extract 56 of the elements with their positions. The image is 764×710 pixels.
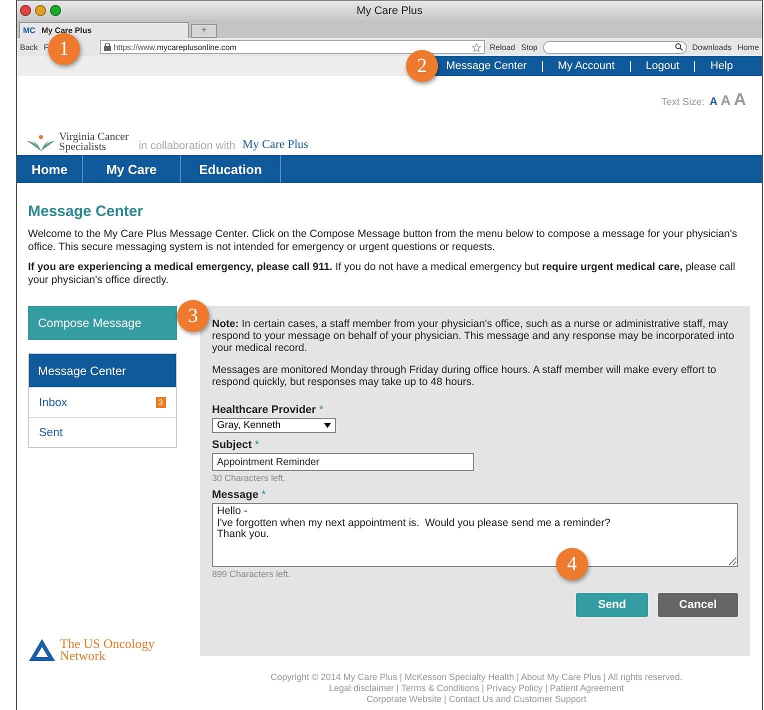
top-nav-link[interactable]: My Account [542, 60, 630, 72]
window-control-icon[interactable] [20, 5, 31, 16]
brand-name: My Care Plus [242, 137, 308, 152]
partner-logo-text: The US Oncology Network [60, 638, 155, 662]
nav-button[interactable]: Back [19, 42, 39, 52]
characters-left-text: 899 Characters left. [212, 569, 292, 579]
browser-tab[interactable]: MC My Care Plus [19, 22, 189, 38]
logo-text: Virginia Cancer Specialists [59, 132, 129, 152]
characters-left-text: 30 Characters left. [212, 473, 287, 483]
window-control-icon[interactable] [35, 5, 46, 16]
provider-select[interactable]: Gray, Kenneth [212, 418, 336, 433]
footer-text: Legal disclaimer | Terms & Conditions | Privacy Policy | Patient Agreement [329, 683, 624, 694]
collab-text: in collaboration with [138, 140, 236, 152]
top-nav-link[interactable]: Help [694, 60, 748, 72]
field-label: Subject * [212, 439, 260, 451]
note-paragraph: Note: In certain cases, a staff member from your physician's office, such as a nurse or administrative staff, may respond to your message on behalf of your physician. This message and any response may be incorporated into your medical record. [212, 318, 736, 354]
sidebar-item[interactable]: Inbox 3 [29, 387, 176, 417]
main-nav-link[interactable]: Home [17, 155, 83, 183]
top-nav-link[interactable]: Logout [630, 60, 694, 72]
footer-text: Copyright © 2014 My Care Plus | McKesson Specialty Health | About My Care Plus | All rights reserved. [270, 672, 682, 683]
intro-paragraph: Welcome to the My Care Plus Message Center. Click on the Compose Message button from the menu below to compose a message for your physician's office. This secure messaging system is not intended for emergency or urgent questions or requests. [28, 228, 738, 253]
sidebar-title: Message Center [29, 354, 176, 387]
text-size-label: Text Size: [661, 97, 705, 108]
count-badge: 3 [156, 397, 166, 408]
emergency-paragraph: If you are experiencing a medical emergency, please call 911. If you do not have a medical emergency but require urgent medical care, please call your physician's office directly. [28, 261, 736, 286]
subject-field[interactable]: Appointment Reminder [212, 453, 474, 471]
bookmark-link[interactable]: Home [736, 42, 760, 52]
field-label: Healthcare Provider * [212, 404, 324, 416]
hours-paragraph: Messages are monitored Monday through Friday during office hours. A staff member will make every effort to respond quickly, but responses may take up to 48 hours. [212, 364, 718, 388]
window-control-icon[interactable] [50, 5, 61, 16]
field-label: Message * [212, 489, 267, 501]
leaf-logo-icon [27, 134, 55, 152]
main-nav-link[interactable]: Education [181, 155, 281, 183]
sidebar-item[interactable]: Sent [29, 417, 176, 447]
triangle-logo-icon [28, 638, 56, 662]
search-icon [675, 43, 684, 51]
url-text: https://www.mycareplusonline.com [114, 42, 236, 52]
top-nav-link[interactable]: Message Center [446, 60, 542, 72]
main-nav-link[interactable]: My Care [83, 155, 181, 183]
window-title: My Care Plus [356, 4, 423, 16]
lock-icon [104, 43, 111, 51]
bookmark-link[interactable]: Downloads [691, 42, 733, 52]
new-tab-button[interactable]: + [191, 24, 217, 38]
toolbar-button[interactable]: Reload [488, 42, 516, 52]
number-callout: 3 [177, 300, 209, 332]
star-icon[interactable] [472, 42, 481, 52]
nav-button[interactable]: F [42, 42, 50, 52]
search-field[interactable] [542, 40, 688, 54]
footer-text: Corporate Website | Contact Us and Customer Support [366, 694, 586, 705]
caret-icon [324, 423, 331, 428]
address-field[interactable]: https://www.mycareplusonline.com [100, 40, 485, 54]
tab-favicon: MC [23, 26, 36, 35]
cancel-button[interactable]: Cancel [658, 593, 738, 617]
page-heading: Message Center [28, 203, 144, 220]
toolbar-button[interactable]: Stop [520, 42, 539, 52]
text-size-button[interactable]: A [710, 96, 718, 108]
